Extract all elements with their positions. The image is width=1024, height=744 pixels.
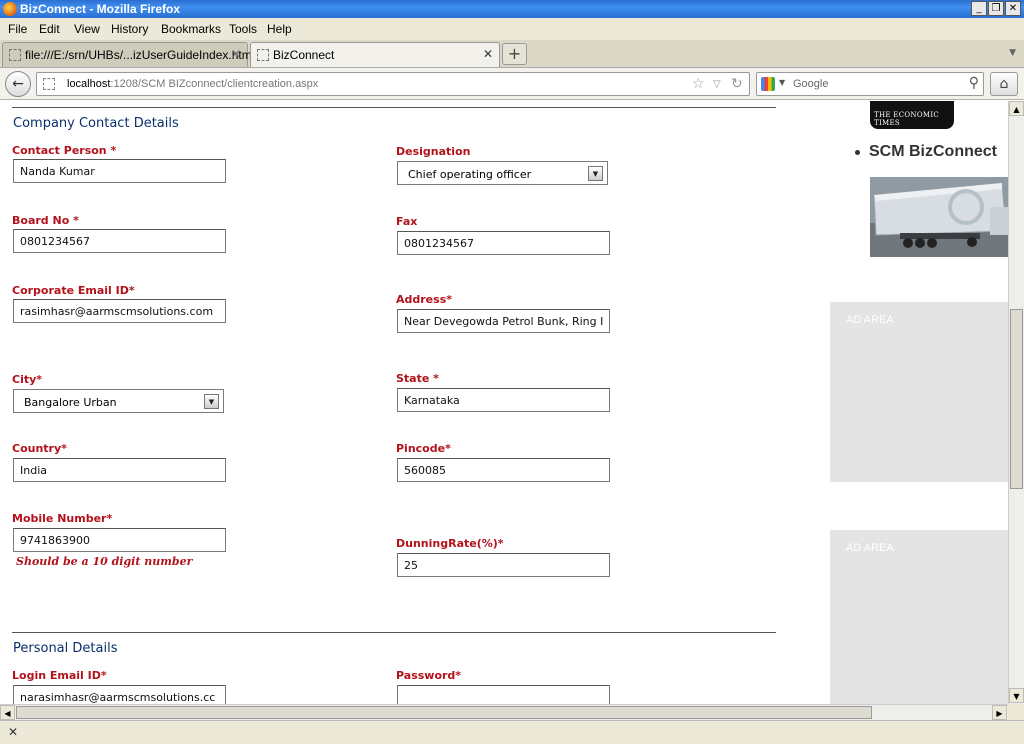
- firefox-logo-icon: [3, 2, 17, 16]
- vertical-scroll-thumb[interactable]: [1010, 309, 1023, 489]
- mobile-validation-hint: Should be a 10 digit number: [16, 555, 193, 568]
- pincode-field[interactable]: 560085: [397, 458, 610, 482]
- ad-label: AD AREA: [846, 314, 894, 326]
- horizontal-scrollbar[interactable]: ◀ ▶: [0, 704, 1008, 720]
- state-field[interactable]: Karnataka: [397, 388, 610, 412]
- corporate-email-label: Corporate Email ID*: [12, 284, 135, 297]
- country-label: Country*: [12, 442, 67, 455]
- economic-times-logo[interactable]: THE ECONOMIC TIMES: [870, 101, 954, 129]
- board-no-label: Board No *: [12, 214, 79, 227]
- fax-label: Fax: [396, 215, 418, 228]
- designation-label: Designation: [396, 145, 471, 158]
- search-engine-dropdown-icon[interactable]: ▼: [779, 78, 785, 87]
- menu-edit[interactable]: Edit: [39, 22, 60, 36]
- close-window-button[interactable]: ✕: [1005, 1, 1021, 16]
- scroll-up-icon[interactable]: ▲: [1009, 101, 1024, 116]
- section-title-personal: Personal Details: [13, 641, 118, 656]
- login-email-field[interactable]: narasimhasr@aarmscmsolutions.cc: [13, 685, 226, 704]
- logo-caption: THE ECONOMIC TIMES: [874, 111, 940, 127]
- scroll-left-icon[interactable]: ◀: [0, 705, 15, 720]
- address-label: Address*: [396, 293, 452, 306]
- password-label: Password*: [396, 669, 462, 682]
- menu-file[interactable]: File: [8, 22, 27, 36]
- search-placeholder: Google: [793, 78, 829, 90]
- horizontal-scroll-thumb[interactable]: [16, 706, 872, 719]
- login-email-label: Login Email ID*: [12, 669, 107, 682]
- chevron-down-icon[interactable]: ▼: [204, 394, 219, 409]
- tab-bizconnect[interactable]: BizConnect ✕: [250, 42, 500, 67]
- minimize-button[interactable]: _: [971, 1, 987, 16]
- designation-select[interactable]: Chief operating officer ▼: [397, 161, 608, 185]
- mobile-number-field[interactable]: 9741863900: [13, 528, 226, 552]
- board-no-field[interactable]: 0801234567: [13, 229, 226, 253]
- search-bar[interactable]: ▼ Google ⚲: [756, 72, 984, 96]
- section-title-company-contact: Company Contact Details: [13, 116, 179, 131]
- bookmark-star-icon[interactable]: ☆: [692, 76, 705, 92]
- truck-image: [870, 177, 1008, 257]
- page-icon: [9, 49, 21, 61]
- corporate-email-field[interactable]: rasimhasr@aarmscmsolutions.com: [13, 299, 226, 323]
- home-button[interactable]: ⌂: [990, 72, 1018, 96]
- navigation-bar: ← localhost:1208/SCM BIZconnect/clientcr…: [0, 68, 1024, 100]
- close-tab-icon[interactable]: ✕: [483, 47, 493, 61]
- menu-view[interactable]: View: [74, 22, 100, 36]
- back-button[interactable]: ←: [5, 71, 31, 97]
- new-tab-button[interactable]: +: [502, 43, 527, 65]
- restore-button[interactable]: ❐: [988, 1, 1004, 16]
- city-value: Bangalore Urban: [24, 396, 117, 409]
- window-title: BizConnect - Mozilla Firefox: [20, 2, 181, 16]
- tab-bar: file:///E:/srn/UHBs/...izUserGuideIndex.…: [0, 40, 1024, 68]
- reload-icon[interactable]: ↻: [731, 76, 743, 92]
- address-field[interactable]: Near Devegowda Petrol Bunk, Ring I: [397, 309, 610, 333]
- divider: [12, 107, 776, 108]
- site-identity-icon[interactable]: [43, 78, 55, 90]
- tab-label: BizConnect: [273, 48, 335, 62]
- menu-history[interactable]: History: [111, 22, 148, 36]
- mobile-number-label: Mobile Number*: [12, 512, 113, 525]
- menu-help[interactable]: Help: [267, 22, 292, 36]
- url-bar[interactable]: localhost:1208/SCM BIZconnect/clientcrea…: [36, 72, 750, 96]
- contact-person-label: Contact Person *: [12, 144, 117, 157]
- page-icon: [257, 49, 269, 61]
- pincode-label: Pincode*: [396, 442, 451, 455]
- scrollbar-corner: [1008, 704, 1024, 720]
- dunning-rate-field[interactable]: 25: [397, 553, 610, 577]
- tab-user-guide[interactable]: file:///E:/srn/UHBs/...izUserGuideIndex.…: [2, 42, 252, 67]
- fax-field[interactable]: 0801234567: [397, 231, 610, 255]
- brand-link[interactable]: SCM BizConnect: [869, 143, 997, 161]
- status-bar: ✕: [0, 720, 1024, 744]
- tab-label: file:///E:/srn/UHBs/...izUserGuideIndex.…: [25, 48, 252, 62]
- menu-bookmarks[interactable]: Bookmarks: [161, 22, 221, 36]
- history-dropdown-icon[interactable]: ▽: [713, 79, 721, 90]
- page-content: Company Contact Details Contact Person *…: [0, 101, 1008, 704]
- url-text[interactable]: localhost:1208/SCM BIZconnect/clientcrea…: [67, 78, 318, 90]
- ad-label: AD AREA: [846, 542, 894, 554]
- menu-bar: File Edit View History Bookmarks Tools H…: [0, 18, 1024, 40]
- vertical-scrollbar[interactable]: ▲ ▼: [1008, 101, 1024, 704]
- scroll-right-icon[interactable]: ▶: [992, 705, 1007, 720]
- truck-illustration: [870, 177, 1008, 257]
- city-label: City*: [12, 373, 43, 386]
- close-tab-icon[interactable]: ✕: [231, 47, 241, 61]
- ad-area-2[interactable]: AD AREA: [830, 530, 1008, 704]
- designation-value: Chief operating officer: [408, 168, 532, 181]
- chevron-down-icon[interactable]: ▼: [588, 166, 603, 181]
- google-icon[interactable]: [761, 77, 775, 91]
- country-field[interactable]: India: [13, 458, 226, 482]
- search-icon[interactable]: ⚲: [969, 75, 979, 91]
- menu-tools[interactable]: Tools: [229, 22, 257, 36]
- contact-person-field[interactable]: Nanda Kumar: [13, 159, 226, 183]
- password-field[interactable]: [397, 685, 610, 704]
- state-label: State *: [396, 372, 439, 385]
- ad-area-1[interactable]: AD AREA: [830, 302, 1008, 482]
- list-bullet: [855, 150, 860, 155]
- city-select[interactable]: Bangalore Urban ▼: [13, 389, 224, 413]
- close-bar-icon[interactable]: ✕: [8, 725, 18, 739]
- scroll-down-icon[interactable]: ▼: [1009, 688, 1024, 703]
- dunning-rate-label: DunningRate(%)*: [396, 537, 504, 550]
- window-titlebar: BizConnect - Mozilla Firefox _ ❐ ✕: [0, 0, 1024, 18]
- divider: [12, 632, 776, 633]
- list-tabs-icon[interactable]: ▼: [1009, 48, 1016, 58]
